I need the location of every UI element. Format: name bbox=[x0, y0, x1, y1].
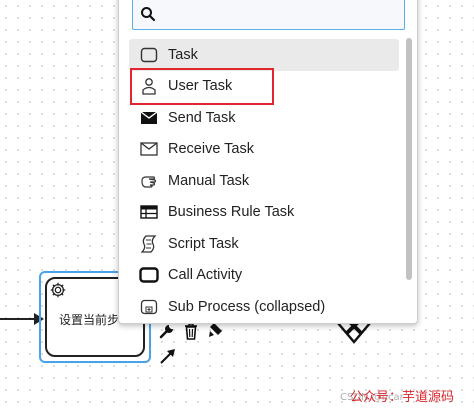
scrollbar[interactable] bbox=[406, 38, 412, 280]
menu-item-business-rule-task[interactable]: Business Rule Task bbox=[129, 197, 399, 229]
menu-item-manual-task[interactable]: Manual Task bbox=[129, 165, 399, 197]
script-task-icon bbox=[139, 234, 159, 254]
replace-menu-popup: Task User Task Send Task Receive Task Ma… bbox=[118, 0, 418, 324]
call-activity-icon bbox=[139, 265, 159, 285]
menu-item-call-activity[interactable]: Call Activity bbox=[129, 260, 399, 292]
menu-item-label: Task bbox=[168, 46, 198, 63]
task-icon bbox=[139, 45, 159, 65]
menu-item-sub-process-collapsed[interactable]: Sub Process (collapsed) bbox=[129, 291, 399, 323]
wrench-icon[interactable] bbox=[158, 322, 176, 340]
search-input[interactable] bbox=[161, 2, 401, 26]
menu-item-receive-task[interactable]: Receive Task bbox=[129, 134, 399, 166]
search-icon bbox=[141, 7, 156, 22]
menu-item-label: Manual Task bbox=[168, 172, 250, 189]
sequence-flow[interactable] bbox=[0, 318, 36, 320]
menu-item-label: Receive Task bbox=[168, 141, 254, 158]
service-gear-icon bbox=[50, 282, 66, 298]
receive-task-icon bbox=[139, 139, 159, 159]
menu-item-task[interactable]: Task bbox=[129, 39, 399, 71]
trash-icon[interactable] bbox=[182, 321, 200, 341]
user-task-highlight-box bbox=[130, 68, 274, 105]
sub-process-collapsed-icon bbox=[139, 297, 159, 317]
send-task-icon bbox=[139, 108, 159, 128]
manual-task-icon bbox=[139, 171, 159, 191]
menu-item-label: Script Task bbox=[168, 235, 239, 252]
menu-item-label: Business Rule Task bbox=[168, 204, 295, 221]
menu-item-label: Send Task bbox=[168, 109, 236, 126]
business-rule-task-icon bbox=[139, 202, 159, 222]
menu-item-send-task[interactable]: Send Task bbox=[129, 102, 399, 134]
menu-item-label: Sub Process (collapsed) bbox=[168, 298, 326, 315]
connect-arrow-icon[interactable] bbox=[158, 346, 178, 366]
menu-item-label: Call Activity bbox=[168, 267, 243, 284]
menu-item-script-task[interactable]: Script Task bbox=[129, 228, 399, 260]
watermark-text: 公众号：芋道源码 bbox=[350, 390, 455, 405]
search-box[interactable] bbox=[132, 0, 405, 30]
